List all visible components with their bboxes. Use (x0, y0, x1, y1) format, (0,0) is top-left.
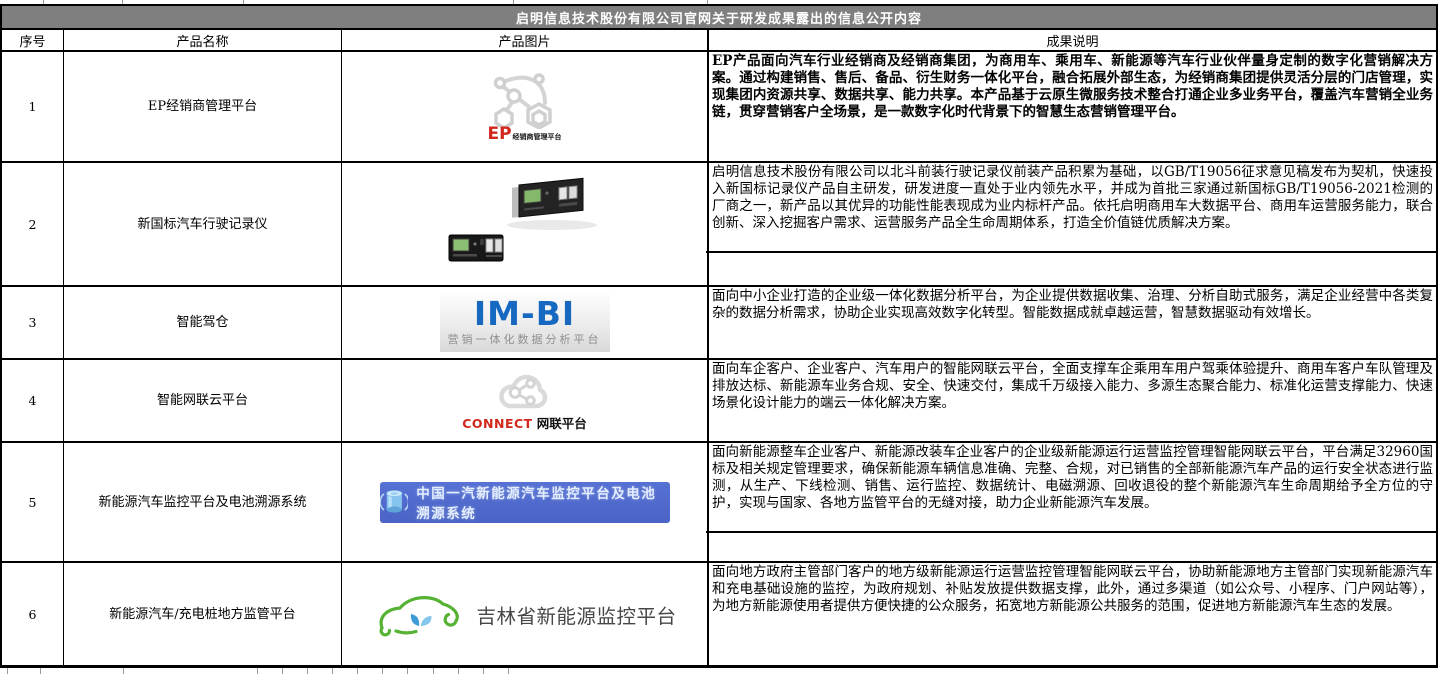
cloud-network-icon (496, 369, 552, 413)
cell-inner-border (706, 531, 1438, 533)
gridline-tick (357, 668, 358, 674)
green-car-leaf-icon (372, 588, 464, 640)
product-name: 智能网联云平台 (64, 360, 342, 441)
product-image (342, 163, 709, 285)
gridline-tick (43, 0, 44, 4)
table-row: 4 智能网联云平台 CONNECT 网联平台 面向车企 (0, 360, 1438, 443)
table-row: 6 新能源汽车/充电桩地方监管平台 吉林省新能源监控平台 面向地方政府主管部门客… (0, 563, 1438, 668)
gridline-tick (123, 668, 124, 674)
gridline-tick (483, 668, 484, 674)
row-number: 3 (2, 287, 64, 358)
table-row: 2 新国标汽车行驶记录仪 (0, 163, 1438, 287)
gridline-tick (508, 668, 509, 674)
table-row: 5 新能源汽车监控平台及电池溯源系统 中国一汽新能源汽车监控平台及电池溯源系统 … (0, 443, 1438, 563)
gridline-tick (40, 668, 41, 674)
recorder-devices-image (437, 177, 612, 272)
gridline-tick (243, 0, 244, 4)
result-description-text: 启明信息技术股份有限公司以北斗前装行驶记录仪前装产品积累为基础，以GB/T190… (712, 164, 1433, 231)
connect-label-en: CONNECT (462, 416, 532, 431)
product-name: 新能源汽车监控平台及电池溯源系统 (64, 443, 342, 561)
gridline-tick (707, 0, 708, 4)
table-title-bar: 启明信息技术股份有限公司官网关于研发成果露出的信息公开内容 (0, 4, 1438, 30)
gridline-tick (257, 668, 258, 674)
jilin-logo: 吉林省新能源监控平台 (372, 588, 676, 640)
row-number: 1 (2, 52, 64, 161)
connect-label-cn: 网联平台 (537, 413, 587, 432)
result-description: EP产品面向汽车行业经销商及经销商集团，为商用车、乘用车、新能源等汽车行业伙伴量… (709, 52, 1436, 161)
gridline-tick (332, 668, 333, 674)
result-description: 面向车企客户、企业客户、汽车用户的智能网联云平台，全面支撑车企乘用车用户驾乘体验… (709, 360, 1436, 441)
row-number: 6 (2, 563, 64, 665)
product-name: EP经销商管理平台 (64, 52, 342, 161)
gridline-tick (7, 668, 8, 674)
imbi-title: IM-BI (474, 298, 575, 330)
gridline-tick (433, 668, 434, 674)
result-description-text: 面向新能源整车企业客户、新能源改装车企业客户的企业级新能源运行运营监控管理智能网… (712, 444, 1433, 511)
spreadsheet-table: 启明信息技术股份有限公司官网关于研发成果露出的信息公开内容 序号 产品名称 产品… (0, 0, 1438, 674)
faw-banner-text: 中国一汽新能源汽车监控平台及电池溯源系统 (416, 482, 669, 522)
faw-monitoring-banner: 中国一汽新能源汽车监控平台及电池溯源系统 (380, 482, 670, 523)
ep-label-cn: 经销商管理平台 (513, 132, 562, 142)
product-image: 吉林省新能源监控平台 (342, 563, 709, 665)
table-title: 启明信息技术股份有限公司官网关于研发成果露出的信息公开内容 (516, 8, 922, 27)
ep-network-icon (479, 71, 571, 129)
result-description: 面向新能源整车企业客户、新能源改装车企业客户的企业级新能源运行运营监控管理智能网… (709, 443, 1436, 561)
table-row: 3 智能驾仓 IM-BI 营销一体化数据分析平台 面向中小企业打造的企业级一体化… (0, 287, 1438, 360)
connect-logo: CONNECT 网联平台 (462, 369, 586, 432)
product-name: 新能源汽车/充电桩地方监管平台 (64, 563, 342, 665)
result-description: 面向中小企业打造的企业级一体化数据分析平台，为企业提供数据收集、治理、分析自助式… (709, 287, 1436, 358)
cell-inner-border (706, 251, 1438, 253)
imbi-subtitle: 营销一体化数据分析平台 (448, 331, 602, 347)
header-no: 序号 (2, 30, 64, 50)
connect-caption: CONNECT 网联平台 (462, 413, 586, 432)
row-number: 5 (2, 443, 64, 561)
gridline-tick (382, 668, 383, 674)
gridline-ticks-top (0, 0, 1438, 4)
imbi-logo: IM-BI 营销一体化数据分析平台 (440, 293, 610, 352)
gridline-tick (513, 0, 514, 4)
row-number: 2 (2, 163, 64, 285)
table-row: 1 EP经销商管理平台 (0, 52, 1438, 163)
table-header-row: 序号 产品名称 产品图片 成果说明 (0, 30, 1438, 52)
jilin-label: 吉林省新能源监控平台 (476, 600, 676, 629)
ep-label-en: EP (487, 127, 511, 141)
gridline-ticks-bottom (0, 668, 1438, 674)
product-image: IM-BI 营销一体化数据分析平台 (342, 287, 709, 358)
product-image: EP 经销商管理平台 (342, 52, 709, 161)
battery-icon (380, 486, 409, 518)
gridline-tick (122, 0, 123, 4)
ep-caption: EP 经销商管理平台 (487, 127, 561, 142)
product-name: 智能驾仓 (64, 287, 342, 358)
gridline-tick (282, 668, 283, 674)
gridline-tick (407, 668, 408, 674)
header-image: 产品图片 (342, 30, 709, 50)
gridline-tick (307, 668, 308, 674)
row-number: 4 (2, 360, 64, 441)
header-name: 产品名称 (64, 30, 342, 50)
result-description: 启明信息技术股份有限公司以北斗前装行驶记录仪前装产品积累为基础，以GB/T190… (709, 163, 1436, 285)
product-image: 中国一汽新能源汽车监控平台及电池溯源系统 (342, 443, 709, 561)
result-description: 面向地方政府主管部门客户的地方级新能源运行运营监控管理智能网联云平台，协助新能源… (709, 563, 1436, 665)
header-desc: 成果说明 (709, 30, 1436, 50)
gridline-tick (458, 668, 459, 674)
product-name: 新国标汽车行驶记录仪 (64, 163, 342, 285)
ep-logo: EP 经销商管理平台 (479, 71, 571, 142)
product-image: CONNECT 网联平台 (342, 360, 709, 441)
